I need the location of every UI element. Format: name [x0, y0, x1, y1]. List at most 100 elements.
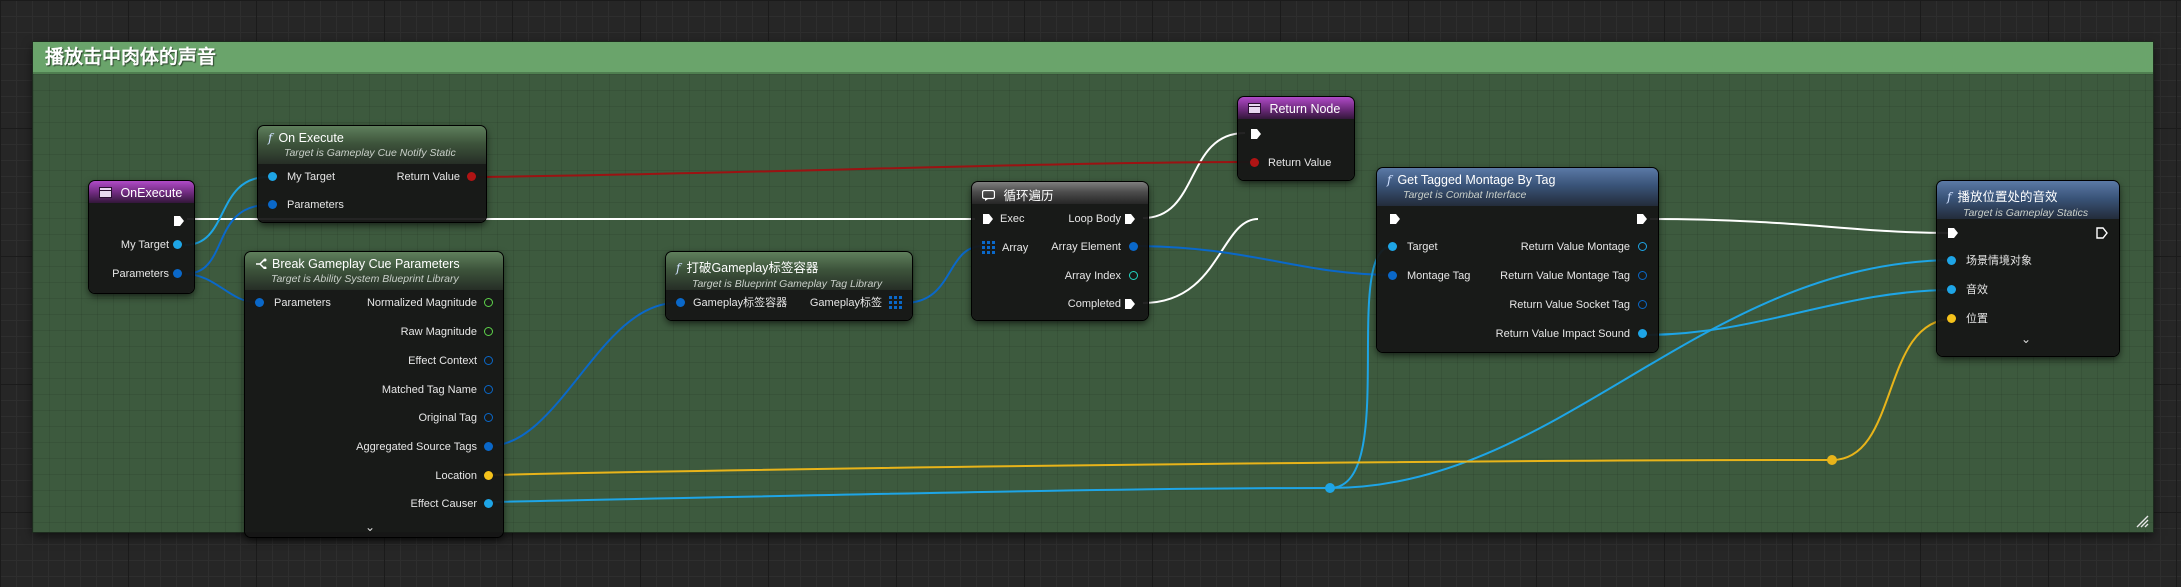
pin-label: Return Value Socket Tag — [1509, 299, 1630, 311]
node-subtitle: Target is Blueprint Gameplay Tag Library — [692, 278, 883, 290]
pin-return-value-montage[interactable] — [1638, 242, 1647, 251]
node-title: 播放位置处的音效 — [1957, 190, 2058, 204]
pin-label: Array Index — [1064, 270, 1121, 282]
pin-label: Parameters — [112, 268, 169, 280]
pin-label: Normalized Magnitude — [366, 297, 477, 309]
function-icon: f — [268, 131, 273, 145]
pin-sound-in[interactable] — [1947, 285, 1956, 294]
pin-raw-magnitude[interactable] — [484, 327, 493, 336]
node-title: OnExecute — [120, 186, 183, 200]
pin-normalized-magnitude[interactable] — [484, 298, 493, 307]
pin-label: Completed — [1067, 298, 1121, 310]
pin-parameters[interactable] — [173, 269, 182, 278]
pin-return-value-montage-tag[interactable] — [1638, 271, 1647, 280]
pin-label: My Target — [287, 171, 336, 183]
node-play-sound-at-location[interactable]: f 播放位置处的音效 Target is Gameplay Statics 场景情… — [1937, 181, 2119, 356]
node-subtitle: Target is Ability System Blueprint Libra… — [271, 273, 459, 285]
comment-title[interactable]: 播放击中肉体的声音 — [33, 42, 2153, 74]
pin-return-value-socket-tag[interactable] — [1638, 300, 1647, 309]
pin-label: Original Tag — [418, 412, 478, 424]
pin-label: My Target — [120, 239, 169, 251]
node-header[interactable]: f Get Tagged Montage By Tag Target is Com… — [1377, 168, 1658, 206]
pin-return-value-in[interactable] — [1250, 158, 1259, 167]
pin-label: Array — [1002, 242, 1029, 254]
node-get-tagged-montage-by-tag[interactable]: f Get Tagged Montage By Tag Target is Com… — [1377, 168, 1658, 352]
pin-original-tag[interactable] — [484, 413, 493, 422]
node-break-gameplay-tag-container[interactable]: f 打破Gameplay标签容器 Target is Blueprint Game… — [666, 252, 912, 320]
pin-label: 音效 — [1966, 284, 1988, 296]
node-header[interactable]: f On Execute Target is Gameplay Cue Notif… — [258, 126, 486, 164]
node-header[interactable]: Return Node — [1238, 97, 1354, 119]
pin-montage-tag-in[interactable] — [1388, 271, 1397, 280]
pin-parameters-in[interactable] — [255, 298, 264, 307]
function-icon: f — [1387, 173, 1392, 187]
node-header[interactable]: Break Gameplay Cue Parameters Target is … — [245, 252, 503, 290]
event-grid-icon — [99, 185, 112, 198]
pin-my-target[interactable] — [173, 240, 182, 249]
pin-my-target-in[interactable] — [268, 172, 277, 181]
pin-label: Gameplay标签 — [809, 297, 882, 309]
pin-label: 位置 — [1966, 313, 1988, 325]
array-grid-icon[interactable] — [982, 241, 995, 259]
pin-array-element[interactable] — [1129, 242, 1138, 251]
pin-return-value[interactable] — [467, 172, 476, 181]
function-icon: f — [676, 261, 681, 275]
node-title: 打破Gameplay标签容器 — [686, 261, 819, 275]
pin-label: Return Value Montage — [1520, 241, 1630, 253]
pin-location-in[interactable] — [1947, 314, 1956, 323]
pin-aggregated-source-tags[interactable] — [484, 442, 493, 451]
pin-return-value-impact-sound[interactable] — [1638, 329, 1647, 338]
node-header[interactable]: f 播放位置处的音效 Target is Gameplay Statics — [1937, 181, 2119, 219]
node-title: On Execute — [278, 131, 344, 145]
node-title: 循环遍历 — [1003, 189, 1054, 203]
pin-effect-context[interactable] — [484, 356, 493, 365]
node-title: Return Node — [1269, 102, 1341, 116]
pin-target-in[interactable] — [1388, 242, 1397, 251]
pin-label: Location — [435, 470, 477, 482]
node-subtitle: Target is Gameplay Cue Notify Static — [284, 147, 456, 159]
pin-label: Return Value Impact Sound — [1495, 328, 1630, 340]
pin-label: Raw Magnitude — [400, 326, 477, 338]
pin-label: Gameplay标签容器 — [693, 297, 788, 309]
pin-label: Matched Tag Name — [381, 384, 477, 396]
pin-location[interactable] — [484, 471, 493, 480]
node-for-each-loop[interactable]: 循环遍历 Exec Loop Body Array Array Element … — [972, 182, 1148, 320]
node-onexecute-event[interactable]: OnExecute My Target Parameters — [89, 181, 194, 293]
node-subtitle: Target is Gameplay Statics — [1963, 207, 2089, 219]
pin-label: Array Element — [1051, 241, 1121, 253]
pin-label: Effect Context — [408, 355, 477, 367]
resize-handle-icon[interactable] — [2135, 514, 2149, 528]
pin-label: Effect Causer — [410, 498, 477, 510]
pin-world-context-in[interactable] — [1947, 256, 1956, 265]
return-grid-icon — [1248, 101, 1261, 114]
array-grid-icon[interactable] — [889, 296, 902, 314]
loop-icon — [981, 188, 996, 201]
pin-label: Parameters — [274, 297, 331, 309]
pin-gameplay-tag-container-in[interactable] — [676, 298, 685, 307]
pin-label: Return Value — [1268, 157, 1332, 169]
node-header[interactable]: 循环遍历 — [972, 182, 1148, 204]
pin-label: Loop Body — [1068, 213, 1121, 225]
node-header[interactable]: f 打破Gameplay标签容器 Target is Blueprint Game… — [666, 252, 912, 290]
node-title: Get Tagged Montage By Tag — [1397, 173, 1556, 187]
pin-label: Target — [1407, 241, 1438, 253]
pin-label: Return Value — [396, 171, 460, 183]
pin-matched-tag-name[interactable] — [484, 385, 493, 394]
node-on-execute[interactable]: f On Execute Target is Gameplay Cue Notif… — [258, 126, 486, 222]
pin-array-index[interactable] — [1129, 271, 1138, 280]
function-icon: f — [1947, 190, 1952, 204]
expand-chevron-icon[interactable]: ⌄ — [365, 520, 375, 534]
pin-parameters-in[interactable] — [268, 200, 277, 209]
node-header[interactable]: OnExecute — [89, 181, 194, 203]
node-break-gameplay-cue-parameters[interactable]: Break Gameplay Cue Parameters Target is … — [245, 252, 503, 537]
pin-label: Return Value Montage Tag — [1500, 270, 1630, 282]
pin-label: Aggregated Source Tags — [356, 441, 477, 453]
break-struct-icon — [255, 258, 268, 270]
expand-chevron-icon[interactable]: ⌄ — [2021, 332, 2031, 346]
pin-effect-causer[interactable] — [484, 499, 493, 508]
node-title: Break Gameplay Cue Parameters — [272, 257, 460, 271]
node-subtitle: Target is Combat Interface — [1403, 189, 1527, 201]
pin-label: Montage Tag — [1407, 270, 1471, 282]
node-return[interactable]: Return Node Return Value — [1238, 97, 1354, 180]
pin-label: 场景情境对象 — [1966, 255, 2032, 267]
